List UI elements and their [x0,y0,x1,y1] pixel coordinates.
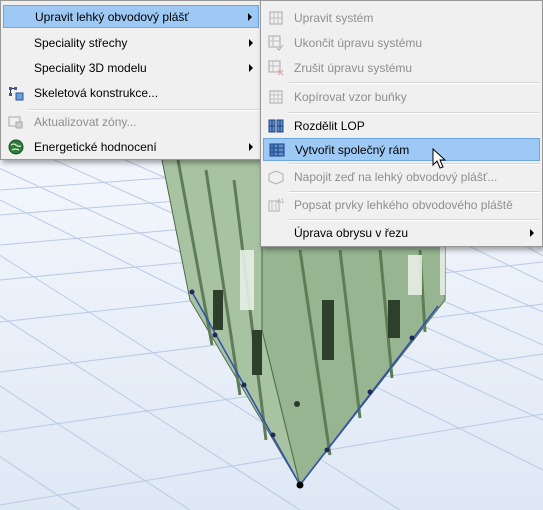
menu-item-label: Energetické hodnocení [34,140,157,154]
menu-item-energeticke-hodnoceni[interactable]: Energetické hodnocení [3,136,259,159]
submenu-arrow-icon [249,39,253,47]
menu-item-label: Úprava obrysu v řezu [294,226,409,240]
skeletal-structure-icon [9,87,24,101]
menu-item-label: Ukončit úpravu systému [294,36,423,50]
mouse-cursor-icon [432,148,446,169]
menu-item-label: Skeletová konstrukce... [34,86,159,100]
menu-item-popsat-prvky[interactable]: A1 Popsat prvky lehkého obvodového plášt… [263,194,540,217]
menu-item-napojit-zed[interactable]: Napojit zeď na lehký obvodový plášť... [263,166,540,189]
split-curtain-wall-icon [268,119,284,133]
menu-item-kopirovat-vzor-bunky[interactable]: Kopírovat vzor buňky [263,86,540,109]
menu-item-upravit-lehky-obvodovy-plast[interactable]: Upravit lehký obvodový plášť [3,5,259,28]
globe-icon [8,139,24,155]
menu-separator [289,219,540,221]
menu-item-aktualizovat-zony[interactable]: Aktualizovat zóny... [3,111,259,134]
menu-item-ukoncit-upravu-systemu[interactable]: Ukončit úpravu systému [263,32,540,55]
menu-item-skeletova-konstrukce[interactable]: Skeletová konstrukce... [3,82,259,105]
finish-edit-icon [268,35,284,51]
edit-system-icon [269,11,283,25]
menu-item-label: Popsat prvky lehkého obvodového pláště [294,198,513,212]
submenu-arrow-icon [530,229,534,237]
menu-item-label: Zrušit úpravu systému [294,61,413,75]
update-zones-icon [8,116,23,129]
menu-item-vytvorit-spolecny-ram[interactable]: Vytvořit společný rám [263,138,540,161]
cancel-edit-icon [268,60,284,76]
context-menu: Upravit lehký obvodový plášť Speciality … [0,0,262,160]
menu-item-label: Upravit systém [294,11,374,25]
create-common-frame-icon [269,143,285,157]
menu-item-speciality-strechy[interactable]: Speciality střechy [3,32,259,55]
submenu-arrow-icon [249,143,253,151]
menu-separator [289,163,540,165]
menu-item-uprava-obrysu-v-rezu[interactable]: Úprava obrysu v řezu [263,222,540,245]
menu-item-label: Upravit lehký obvodový plášť [35,10,189,24]
menu-item-upravit-system[interactable]: Upravit systém [263,7,540,30]
menu-item-label: Speciality střechy [34,36,128,50]
menu-item-label: Kopírovat vzor buňky [294,90,407,104]
submenu-arrow-icon [249,64,253,72]
submenu-curtain-wall: Upravit systém Ukončit úpravu systému Zr… [260,0,543,247]
menu-separator [289,112,540,114]
menu-item-label: Vytvořit společný rám [295,143,410,157]
label-elements-icon: A1 [268,199,284,212]
menu-item-zrusit-upravu-systemu[interactable]: Zrušit úpravu systému [263,57,540,80]
svg-text:A1: A1 [277,199,284,205]
menu-separator [289,191,540,193]
menu-item-speciality-3d-modelu[interactable]: Speciality 3D modelu [3,57,259,80]
menu-item-label: Aktualizovat zóny... [34,115,137,129]
menu-item-label: Rozdělit LOP [294,119,365,133]
menu-item-label: Speciality 3D modelu [34,61,147,75]
menu-item-label: Napojit zeď na lehký obvodový plášť... [294,170,498,184]
menu-separator [289,82,540,84]
copy-cell-pattern-icon [269,90,283,104]
menu-item-rozdelit-lop[interactable]: Rozdělit LOP [263,115,540,138]
submenu-arrow-icon [248,13,252,21]
connect-wall-icon [268,170,284,185]
